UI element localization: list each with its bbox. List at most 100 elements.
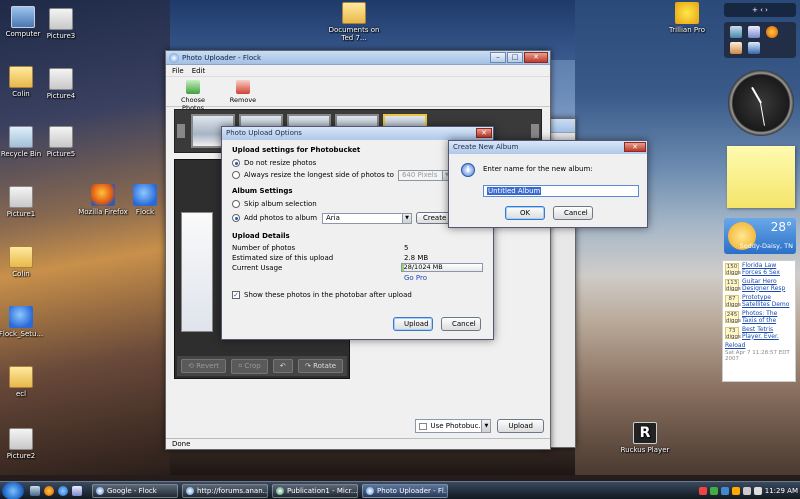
go-pro-row: Go Pro xyxy=(232,273,483,283)
desktop-icon-ecl[interactable]: ecl xyxy=(0,366,48,398)
radio-resize[interactable] xyxy=(232,171,240,179)
next-icon[interactable]: › xyxy=(765,6,768,14)
tray-icon[interactable] xyxy=(731,487,740,495)
desktop-icon-flock-setup[interactable]: Flock_Setu... xyxy=(0,306,48,338)
number-of-photos-row: Number of photos 5 xyxy=(232,244,409,252)
choose-photos-button[interactable]: Choose Photos xyxy=(170,77,216,112)
usage-progress-bar: 28/1024 MB xyxy=(400,263,483,272)
rotate-button[interactable]: ↷ Rotate xyxy=(297,359,343,373)
section-upload-details: Upload Details xyxy=(232,232,290,240)
new-album-titlebar[interactable]: Create New Album ✕ xyxy=(449,141,647,154)
uploader-titlebar[interactable]: Photo Uploader - Flock – □ ✕ xyxy=(166,51,550,65)
recycle-bin-icon xyxy=(9,126,33,148)
estimated-size-row: Estimated size of this upload 2.8 MB xyxy=(232,254,429,262)
scroll-right-arrow[interactable] xyxy=(531,124,539,138)
volume-icon[interactable] xyxy=(753,487,762,495)
radio-skip-album[interactable] xyxy=(232,200,240,208)
weather-gadget: 28° Soddy-Daisy, TN xyxy=(724,218,796,254)
show-in-photobar-option[interactable]: ✓ Show these photos in the photobar afte… xyxy=(232,289,483,301)
sidebar-controls[interactable]: + ‹ › xyxy=(724,3,796,17)
list-item[interactable]: 73 diggs Best Tetris Player. Ever. xyxy=(725,326,793,340)
tray-icon[interactable] xyxy=(698,487,707,495)
add-gadget-icon[interactable]: + xyxy=(752,6,758,14)
desktop-icon-ruckus[interactable]: R Ruckus Player xyxy=(618,422,672,454)
resize-size-select[interactable]: 640 Pixels ▼ xyxy=(397,169,452,181)
list-item[interactable]: 245 diggs Photos: The Taxis of the xyxy=(725,310,793,324)
resize-option[interactable]: Always resize the longest side of photos… xyxy=(232,169,483,181)
status-bar: Done xyxy=(166,438,550,449)
app-shortcut-icon[interactable] xyxy=(748,42,760,54)
tray-icon[interactable] xyxy=(709,487,718,495)
tray-icon[interactable] xyxy=(720,487,729,495)
upload-service-select[interactable]: Use Photobuc... ▼ xyxy=(415,419,492,433)
options-cancel-button[interactable]: Cancel xyxy=(441,317,481,331)
radio-add-album[interactable] xyxy=(232,214,240,222)
flock-icon xyxy=(366,487,374,495)
go-pro-link[interactable]: Go Pro xyxy=(404,273,427,283)
desktop-icon-colin-2[interactable]: Colin xyxy=(0,246,48,278)
skip-album-option[interactable]: Skip album selection xyxy=(232,198,483,210)
radio-no-resize[interactable] xyxy=(232,159,240,167)
taskbar-item-publication[interactable]: Publication1 - Micr... xyxy=(272,484,358,498)
firefox-icon[interactable] xyxy=(44,486,54,496)
image-file-icon xyxy=(9,428,33,450)
clock-hour-hand xyxy=(751,86,762,104)
image-file-icon xyxy=(49,8,73,30)
firefox-icon[interactable] xyxy=(766,26,778,38)
revert-button[interactable]: ⟲ Revert xyxy=(181,359,227,373)
remove-button[interactable]: Remove xyxy=(220,77,266,106)
desktop-icon-picture5[interactable]: Picture5 xyxy=(34,126,88,158)
desktop-icon-picture4[interactable]: Picture4 xyxy=(34,68,88,100)
options-titlebar[interactable]: Photo Upload Options ✕ xyxy=(222,127,493,140)
crop-button[interactable]: ⌗ Crop xyxy=(231,358,268,374)
app-shortcut-icon[interactable] xyxy=(730,42,742,54)
album-select[interactable]: Aria ▼ xyxy=(322,212,412,224)
publisher-icon xyxy=(276,487,284,495)
no-resize-option[interactable]: Do not resize photos xyxy=(232,157,483,169)
taskbar-item-photo-uploader[interactable]: Photo Uploader - Fl... xyxy=(362,484,448,498)
maximize-button[interactable]: □ xyxy=(507,52,523,63)
minimize-button[interactable]: – xyxy=(490,52,506,63)
tray-clock[interactable]: 11:29 AM xyxy=(765,484,798,498)
desktop-icon-documents[interactable]: Documents on Ted 7... xyxy=(326,2,382,42)
close-button[interactable]: ✕ xyxy=(524,52,548,63)
start-button[interactable] xyxy=(2,482,24,499)
scroll-left-arrow[interactable] xyxy=(177,124,185,138)
clock-gadget xyxy=(728,70,794,136)
list-item[interactable]: 113 diggs Guitar Hero Designer Resp xyxy=(725,278,793,292)
list-item[interactable]: 150 diggs Florida Law Forces 6 Sex xyxy=(725,262,793,276)
taskbar-item-forums[interactable]: http://forums.anan... xyxy=(182,484,268,498)
show-in-photobar-checkbox[interactable]: ✓ xyxy=(232,291,240,299)
taskbar-item-google-flock[interactable]: Google - Flock xyxy=(92,484,178,498)
network-icon[interactable] xyxy=(742,487,751,495)
uploader-upload-button[interactable]: Upload xyxy=(497,419,544,433)
desktop-icon-flock[interactable]: Flock xyxy=(118,184,172,216)
sticky-note-gadget[interactable] xyxy=(727,146,795,208)
flock-icon[interactable] xyxy=(58,486,68,496)
list-item[interactable]: 87 diggs Prototype Satellites Demo xyxy=(725,294,793,308)
desktop-icon-trillian[interactable]: Trillian Pro xyxy=(660,2,714,34)
flock-icon xyxy=(133,184,157,206)
add-to-album-option[interactable]: Add photos to album Aria ▼ Create ... xyxy=(232,210,483,226)
app-shortcut-icon[interactable] xyxy=(730,26,742,38)
new-album-ok-button[interactable]: OK xyxy=(505,206,545,220)
app-shortcut-icon[interactable] xyxy=(72,486,82,496)
desktop-icon-picture3[interactable]: Picture3 xyxy=(34,8,88,40)
album-name-input[interactable]: Untitled Album xyxy=(483,185,639,197)
show-desktop-icon[interactable] xyxy=(30,486,40,496)
desktop-icon-picture2[interactable]: Picture2 xyxy=(0,428,48,460)
options-upload-button[interactable]: Upload xyxy=(393,317,433,331)
new-album-close-button[interactable]: ✕ xyxy=(624,142,646,152)
rotate-left-button[interactable]: ↶ xyxy=(272,359,293,373)
photobucket-icon xyxy=(419,423,428,430)
prev-icon[interactable]: ‹ xyxy=(760,6,763,14)
menu-edit[interactable]: Edit xyxy=(192,65,206,76)
app-shortcut-icon[interactable] xyxy=(748,26,760,38)
create-new-album-dialog: Create New Album ✕ i Enter name for the … xyxy=(448,140,648,228)
clock-minute-hand xyxy=(760,102,765,126)
installer-icon xyxy=(9,306,33,328)
new-album-cancel-button[interactable]: Cancel xyxy=(553,206,593,220)
desktop-icon-picture1[interactable]: Picture1 xyxy=(0,186,48,218)
menu-file[interactable]: File xyxy=(172,65,184,76)
options-close-button[interactable]: ✕ xyxy=(476,128,492,138)
